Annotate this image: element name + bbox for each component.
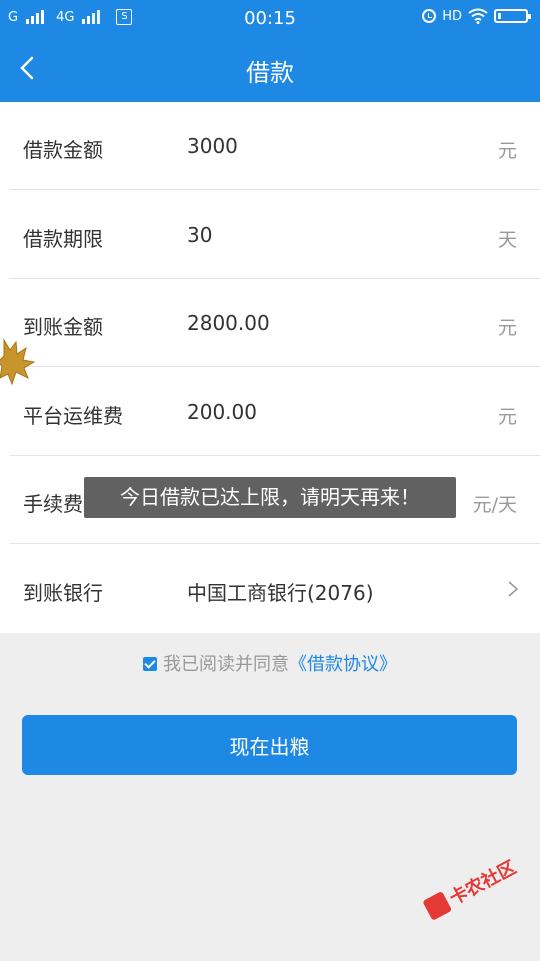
loan-amount-value[interactable]: 3000: [187, 134, 238, 158]
row-label: 平台运维费: [23, 404, 123, 428]
row-label: 到账银行: [23, 581, 103, 605]
received-amount-value: 2800.00: [187, 311, 270, 335]
row-unit: 元/天: [472, 494, 517, 516]
row-unit: 元: [497, 406, 517, 428]
row-unit: 元: [497, 140, 517, 162]
maple-leaf-decoration: [0, 338, 36, 386]
row-label: 手续费: [23, 492, 83, 516]
form-row-loan-term[interactable]: 借款期限 30 天: [10, 191, 540, 279]
page-title: 借款: [246, 59, 294, 87]
platform-fee-value: 200.00: [187, 400, 257, 424]
row-label: 借款金额: [23, 138, 103, 162]
hd-label: HD: [442, 8, 462, 24]
form-row-platform-fee: 平台运维费 200.00 元: [10, 368, 540, 456]
form-row-loan-amount[interactable]: 借款金额 3000 元: [10, 102, 540, 190]
watermark-text: 卡农社区: [446, 857, 520, 910]
agreement-row: 我已阅读并同意《借款协议》: [0, 650, 540, 676]
form-row-received-amount: 到账金额 2800.00 元: [10, 279, 540, 367]
toast-message: 今日借款已达上限，请明天再来！: [84, 477, 456, 518]
battery-icon: [494, 9, 531, 23]
agreement-text: 我已阅读并同意: [163, 654, 289, 675]
alarm-icon: [422, 9, 437, 23]
wifi-icon: [468, 8, 488, 24]
loan-form: 借款金额 3000 元 借款期限 30 天 到账金额 2800.00 元 平台运…: [0, 102, 540, 633]
submit-button[interactable]: 现在出粮: [22, 715, 517, 775]
status-bar: G 4G S 00:15 HD: [0, 0, 540, 36]
watermark-logo-icon: [422, 891, 453, 921]
row-label: 借款期限: [23, 227, 103, 251]
row-unit: 元: [497, 317, 517, 339]
row-unit: 天: [497, 229, 517, 251]
loan-term-value[interactable]: 30: [187, 223, 212, 247]
app-bar: 借款: [0, 36, 540, 102]
status-right: HD: [422, 8, 531, 24]
watermark: 卡农社区: [421, 853, 540, 961]
bank-value: 中国工商银行(2076): [187, 581, 374, 605]
form-row-bank[interactable]: 到账银行 中国工商银行(2076): [10, 545, 540, 633]
agree-checkbox[interactable]: [143, 657, 157, 671]
chevron-right-icon: [508, 581, 519, 597]
agreement-link[interactable]: 《借款协议》: [289, 654, 397, 675]
